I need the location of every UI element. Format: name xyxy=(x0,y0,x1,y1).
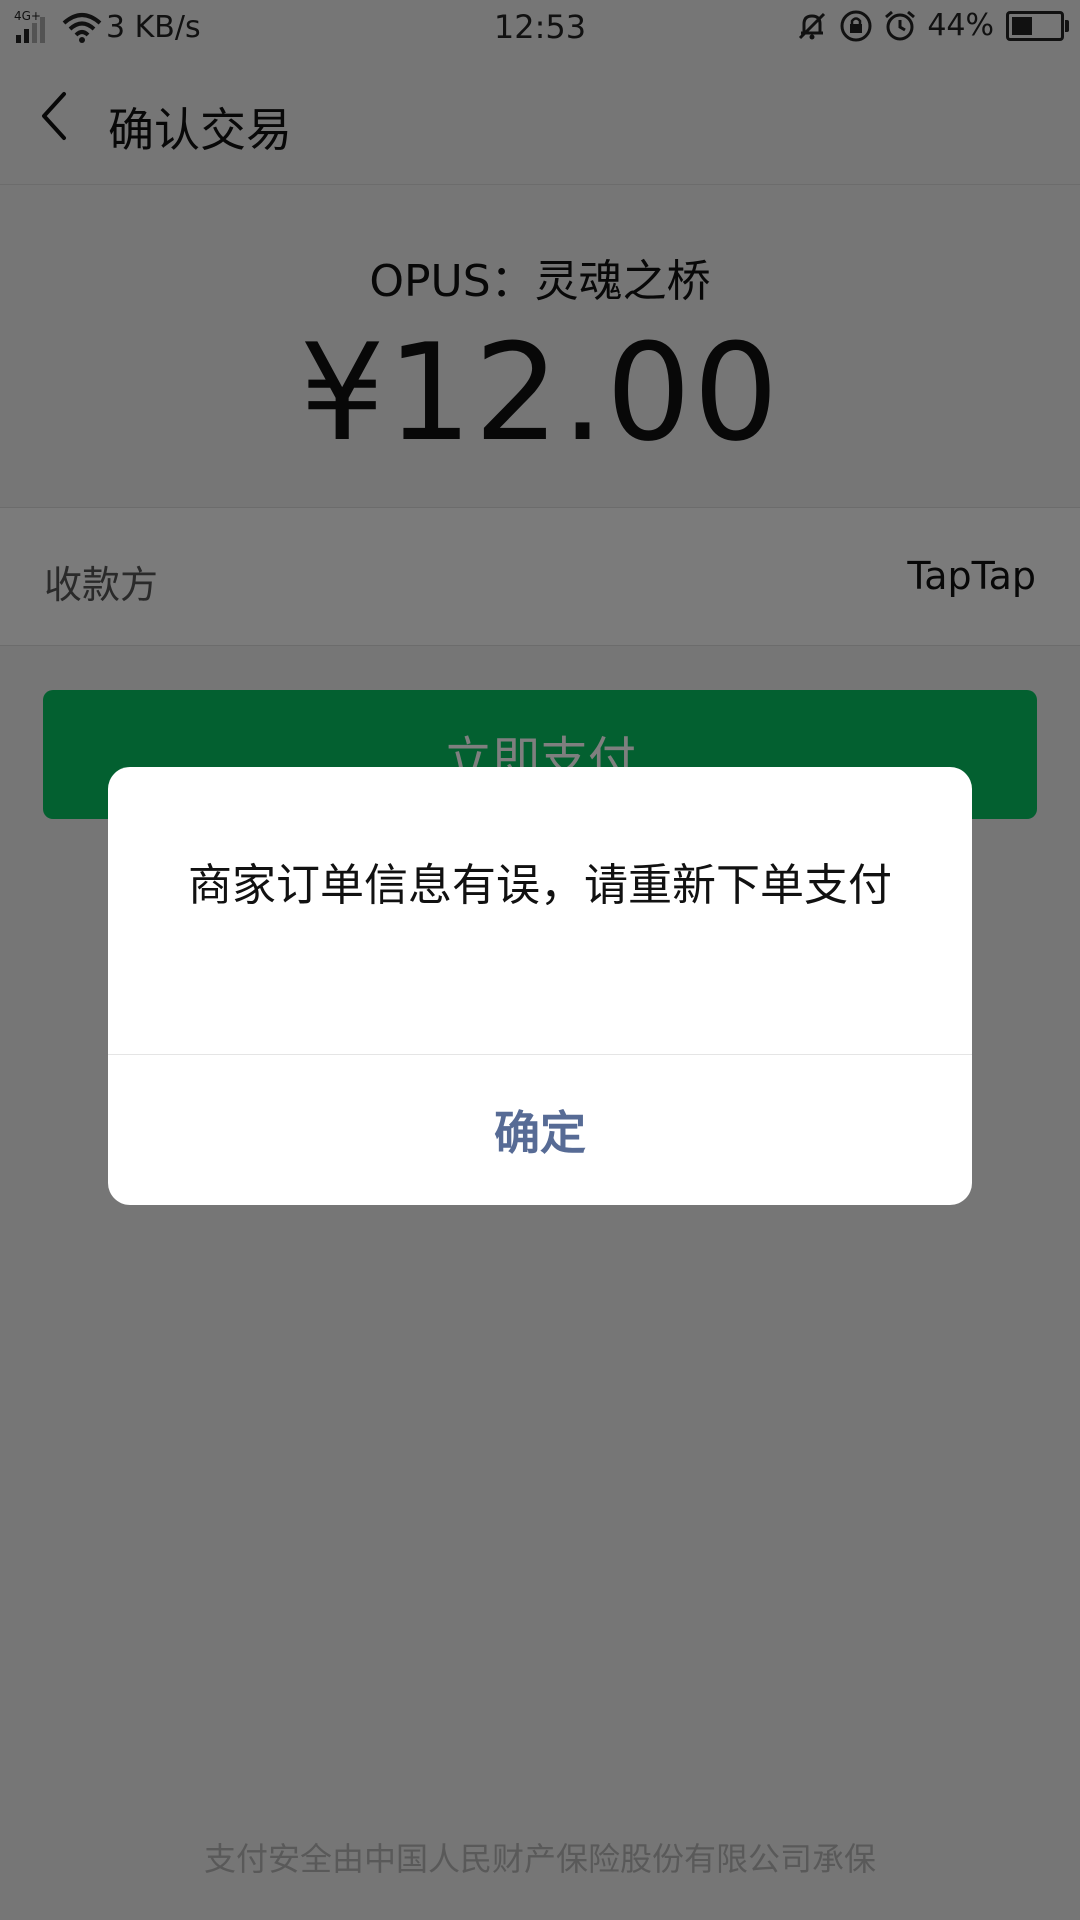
error-dialog: 商家订单信息有误，请重新下单支付 确定 xyxy=(108,767,972,1205)
dialog-message: 商家订单信息有误，请重新下单支付 xyxy=(188,860,892,911)
confirm-button[interactable]: 确定 xyxy=(108,1055,972,1205)
